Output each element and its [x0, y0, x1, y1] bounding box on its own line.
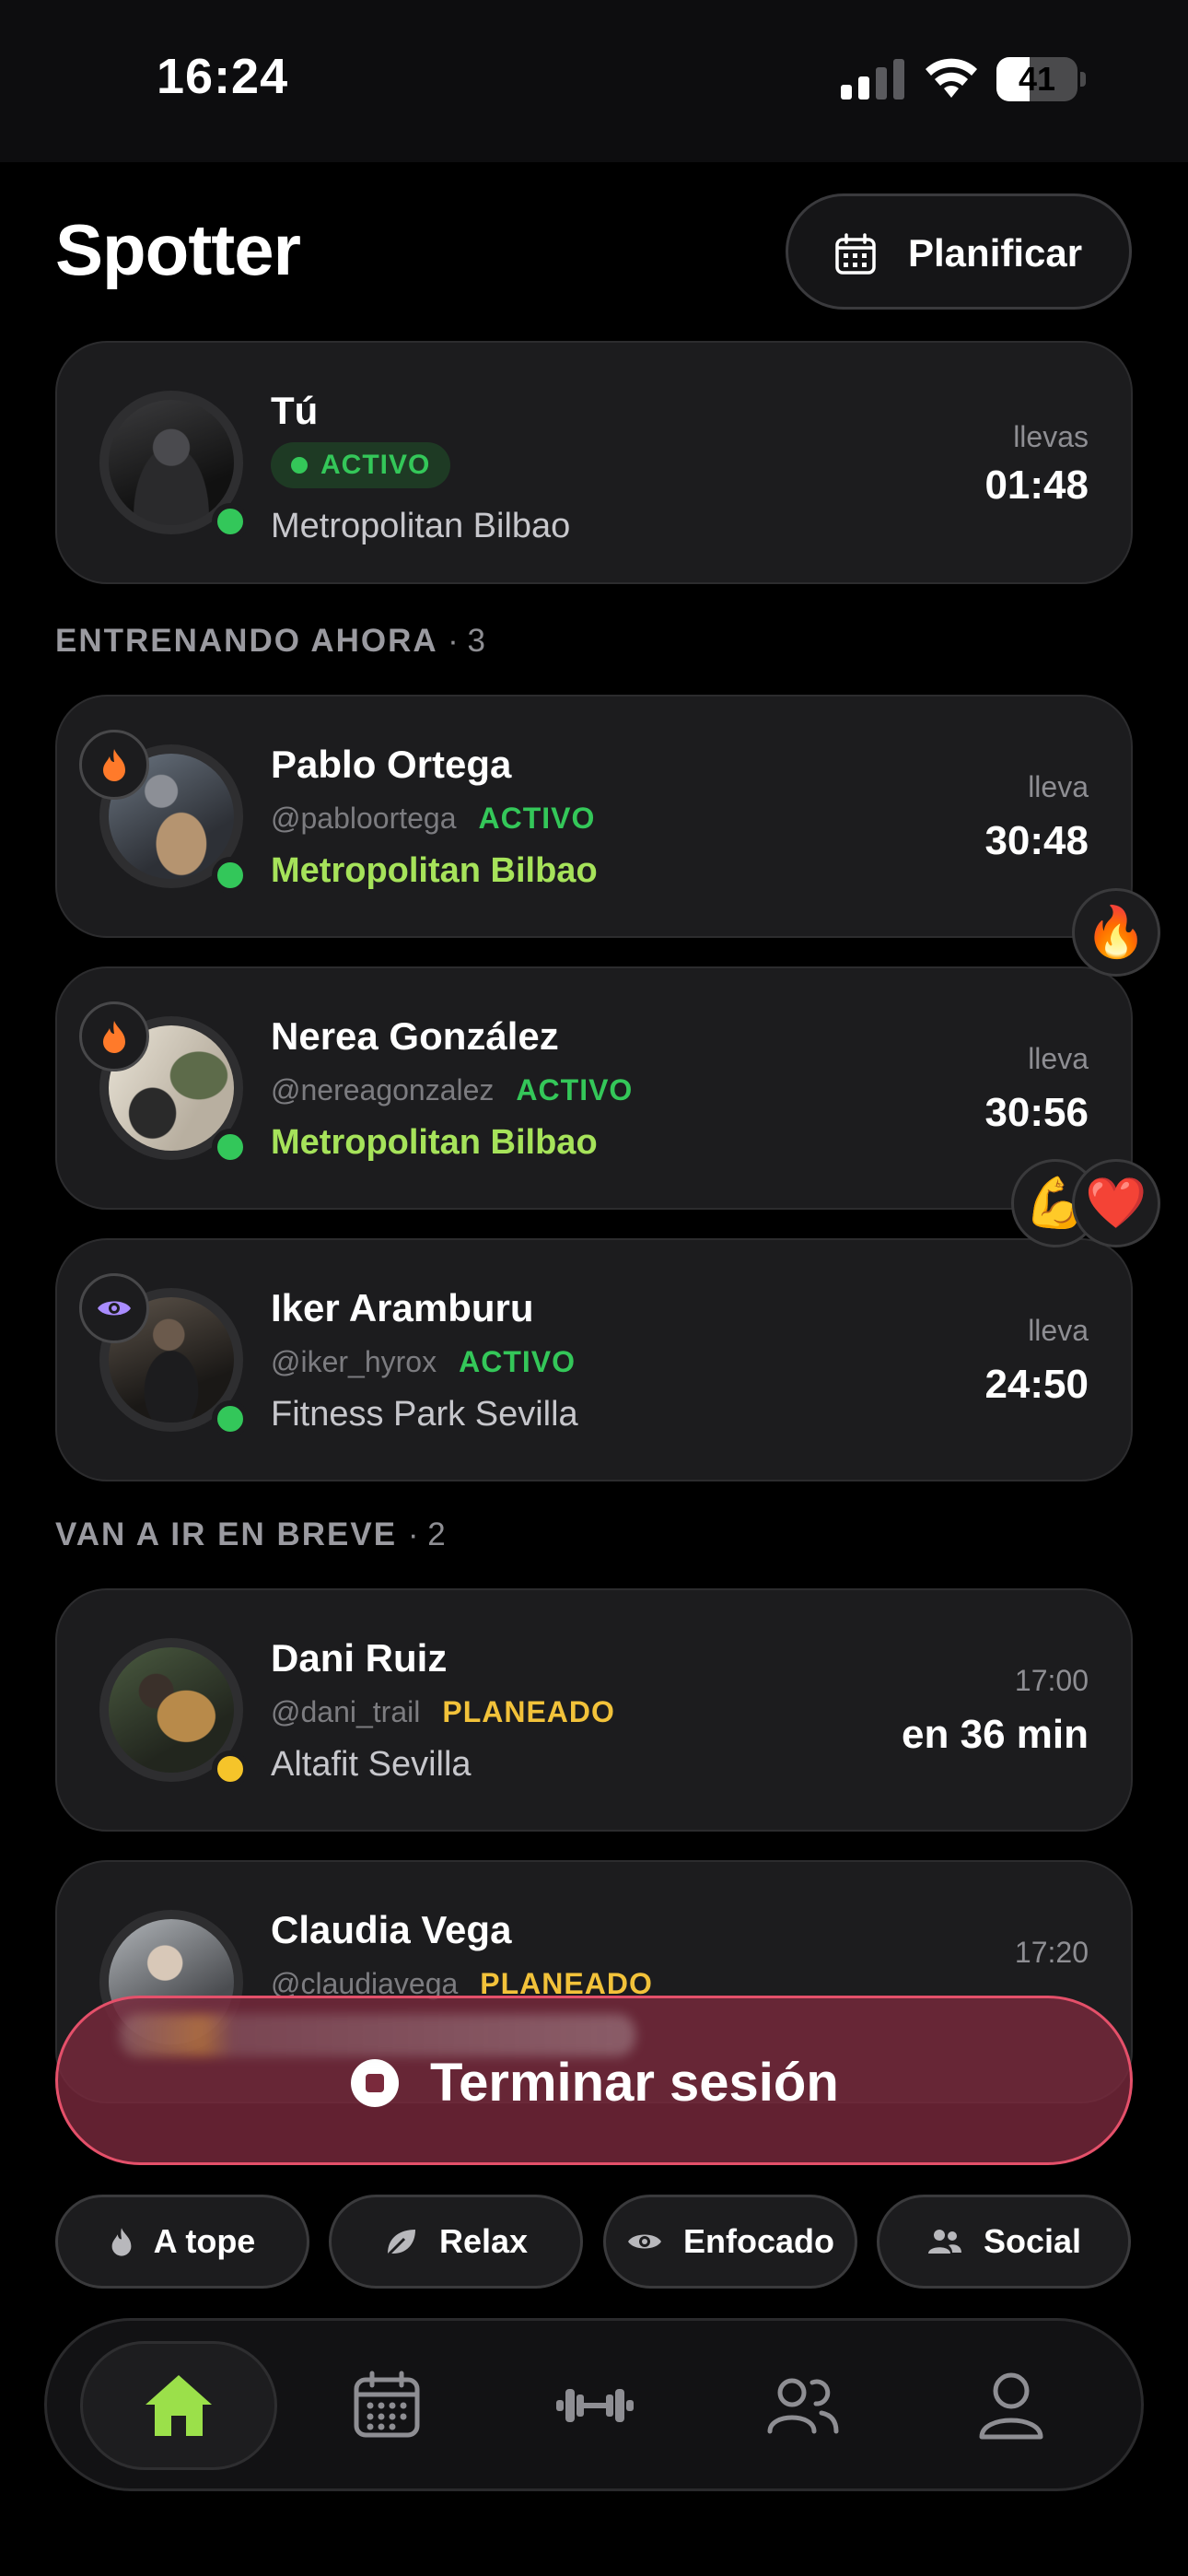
mood-chip-a-tope[interactable]: A tope — [55, 2195, 309, 2289]
section-count: · 2 — [407, 1516, 446, 1552]
battery-icon: 41 — [996, 57, 1086, 101]
person-handle: @nereagonzalez — [271, 1073, 495, 1107]
flame-icon — [111, 2228, 132, 2256]
tab-workout[interactable] — [496, 2341, 693, 2470]
gym-name: Fitness Park Sevilla — [271, 1395, 578, 1434]
leaf-icon — [386, 2230, 415, 2257]
tab-friends[interactable] — [705, 2341, 902, 2470]
tab-home[interactable] — [80, 2341, 277, 2470]
person-name: Pablo Ortega — [271, 743, 512, 786]
eye-icon — [627, 2234, 661, 2249]
signal-icon — [841, 59, 904, 100]
elapsed-time: 30:48 — [984, 818, 1089, 863]
mood-chip-social[interactable]: Social — [877, 2195, 1131, 2289]
section-count: · 3 — [448, 623, 485, 659]
person-name: Nerea González — [271, 1014, 559, 1058]
elapsed-label: lleva — [1028, 1042, 1089, 1075]
elapsed-label: llevas — [1013, 420, 1089, 453]
tab-profile[interactable] — [913, 2341, 1110, 2470]
person-handle: @pabloortega — [271, 802, 457, 835]
person-name: Iker Aramburu — [271, 1286, 534, 1329]
home-icon — [146, 2375, 212, 2436]
avatar — [99, 391, 249, 540]
app-title: Spotter — [55, 209, 301, 290]
planned-time: 17:00 — [1014, 1664, 1089, 1697]
section-training-now: ENTRENANDO AHORA · 3 — [55, 623, 485, 659]
flame-icon — [79, 730, 149, 800]
gym-name: Metropolitan Bilbao — [271, 851, 598, 890]
online-status-dot — [212, 1400, 249, 1437]
end-session-label: Terminar sesión — [430, 2053, 839, 2113]
plan-button-label: Planificar — [908, 231, 1083, 275]
flame-icon — [79, 1001, 149, 1071]
elapsed-label: lleva — [1028, 770, 1089, 803]
online-status-dot — [212, 503, 249, 540]
blurred-background — [120, 2014, 635, 2056]
status-badge: ACTIVO — [271, 442, 451, 488]
mood-chip-relax[interactable]: Relax — [329, 2195, 583, 2289]
person-name: Dani Ruiz — [271, 1636, 448, 1680]
clock: 16:24 — [157, 49, 289, 104]
elapsed-time: 30:56 — [984, 1090, 1089, 1135]
planned-time: 17:20 — [1014, 1936, 1089, 1969]
status-badge: ACTIVO — [459, 1345, 576, 1378]
friend-card[interactable]: Iker Aramburu @iker_hyrox ACTIVO Fitness… — [55, 1238, 1133, 1481]
wifi-icon — [926, 58, 977, 98]
battery-level: 41 — [1018, 60, 1056, 98]
friends-icon — [767, 2378, 839, 2434]
elapsed-label: lleva — [1028, 1314, 1089, 1347]
people-icon — [927, 2230, 961, 2254]
online-status-dot — [212, 857, 249, 894]
dumbbell-icon — [556, 2389, 634, 2422]
profile-icon — [979, 2372, 1043, 2440]
status-badge: ACTIVO — [478, 802, 596, 835]
gym-name: Metropolitan Bilbao — [271, 507, 571, 545]
person-name: Tú — [271, 389, 319, 432]
status-badge: PLANEADO — [442, 1695, 615, 1728]
stop-icon — [351, 2059, 399, 2107]
calendar-icon — [354, 2371, 420, 2438]
reaction-heart[interactable]: ❤️ — [1072, 1159, 1160, 1247]
reaction-fire[interactable]: 🔥 — [1072, 888, 1160, 977]
friend-card[interactable]: Pablo Ortega @pabloortega ACTIVO Metropo… — [55, 695, 1133, 938]
person-handle: @dani_trail — [271, 1695, 421, 1728]
friend-card[interactable]: Dani Ruiz @dani_trail PLANEADO Altafit S… — [55, 1588, 1133, 1832]
person-handle: @iker_hyrox — [271, 1345, 437, 1378]
elapsed-time: 24:50 — [984, 1362, 1089, 1407]
gym-name: Altafit Sevilla — [271, 1745, 472, 1784]
planned-status-dot — [212, 1751, 249, 1787]
time-until: en 36 min — [902, 1712, 1089, 1757]
tab-bar — [44, 2318, 1144, 2491]
status-bar: 16:24 41 — [0, 0, 1188, 162]
friend-card[interactable]: Nerea González @nereagonzalez ACTIVO Met… — [55, 966, 1133, 1210]
my-session-card[interactable]: Tú ACTIVO Metropolitan Bilbao llevas 01:… — [55, 341, 1133, 584]
avatar — [99, 1638, 249, 1787]
section-coming-soon: VAN A IR EN BREVE · 2 — [55, 1516, 446, 1552]
plan-button[interactable]: Planificar — [786, 193, 1132, 310]
eye-icon — [79, 1273, 149, 1343]
online-status-dot — [212, 1129, 249, 1165]
gym-name: Metropolitan Bilbao — [271, 1123, 598, 1162]
calendar-icon — [835, 233, 876, 275]
mood-chip-enfocado[interactable]: Enfocado — [603, 2195, 857, 2289]
tab-calendar[interactable] — [288, 2341, 485, 2470]
status-badge: ACTIVO — [516, 1073, 634, 1107]
elapsed-time: 01:48 — [984, 463, 1089, 508]
person-name: Claudia Vega — [271, 1908, 512, 1951]
